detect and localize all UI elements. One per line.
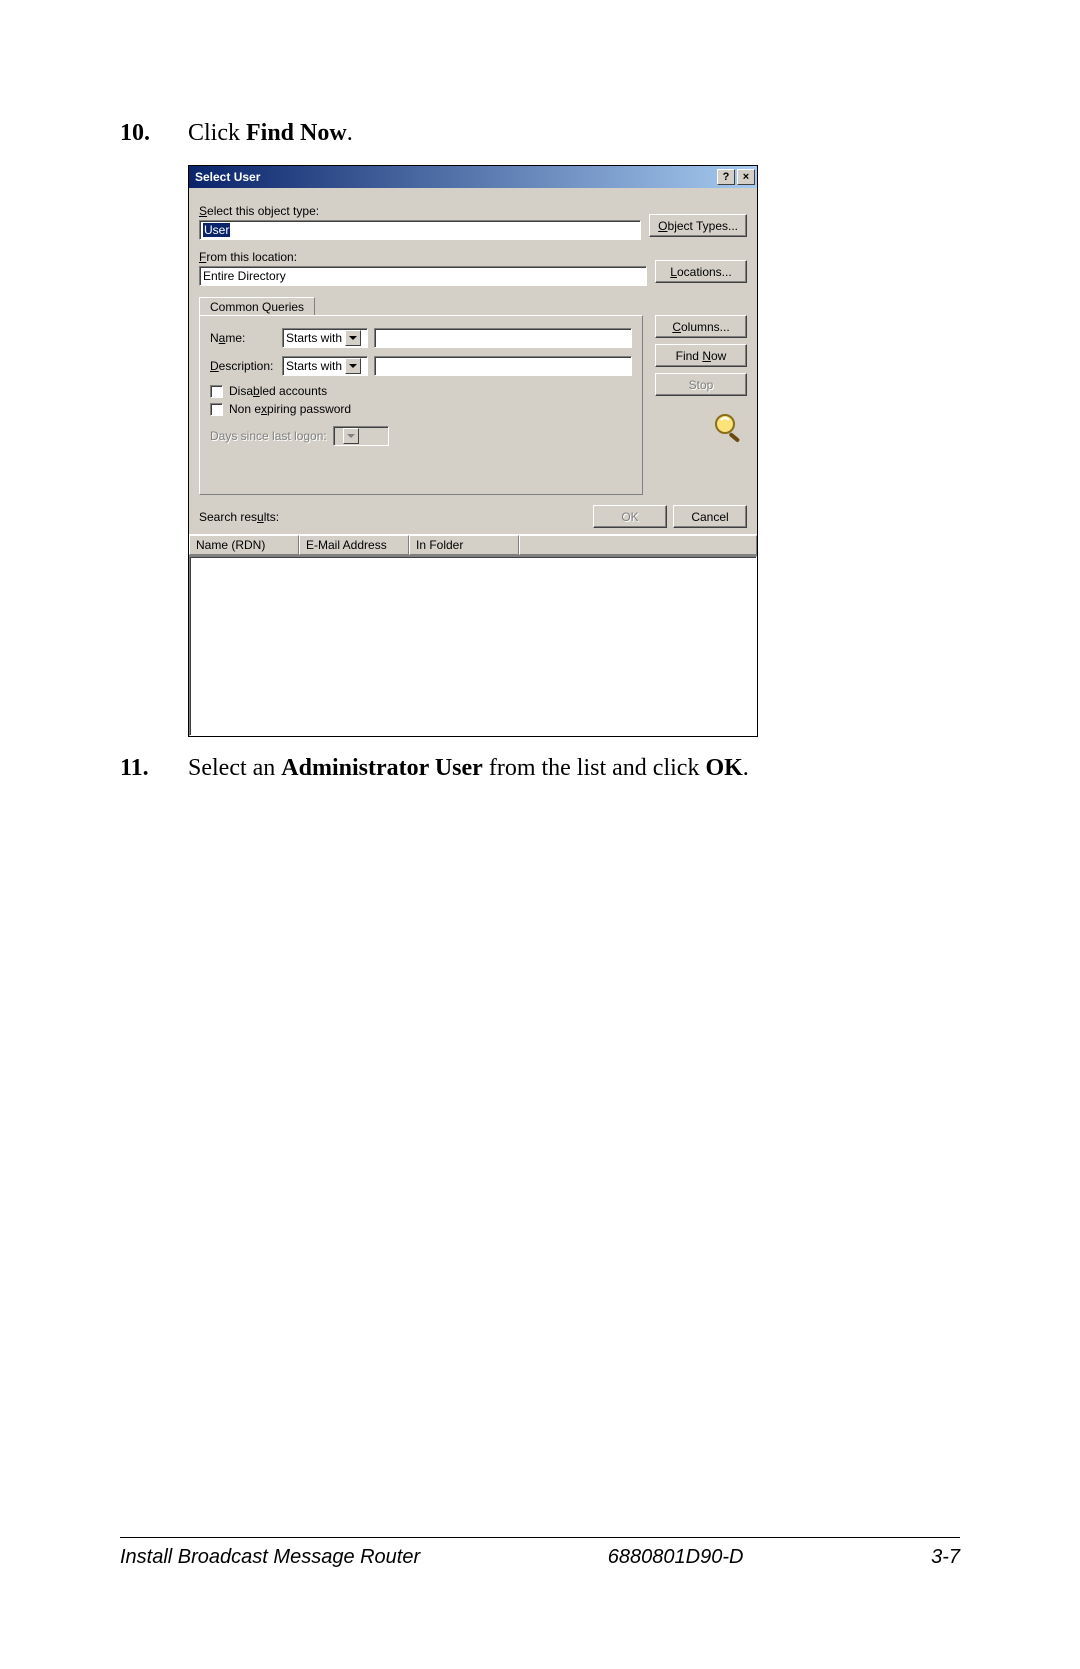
- t: Administrator User: [281, 755, 483, 781]
- object-type-field[interactable]: User: [199, 220, 641, 240]
- step-number: 11.: [120, 755, 188, 782]
- titlebar[interactable]: Select User ? ×: [189, 166, 757, 188]
- disabled-accounts-checkbox[interactable]: Disabled accounts: [210, 384, 632, 398]
- tab-common-queries[interactable]: Common Queries: [199, 297, 315, 316]
- t: from the list and click: [483, 755, 706, 781]
- step-11: 11. Select an Administrator User from th…: [120, 755, 960, 782]
- description-label: Description:: [210, 359, 282, 373]
- step-bold: Find Now: [246, 120, 347, 146]
- locations-button[interactable]: Locations...: [655, 260, 747, 283]
- checkbox-icon: [210, 385, 223, 398]
- close-button[interactable]: ×: [737, 169, 755, 185]
- checkbox-icon: [210, 403, 223, 416]
- footer-center: 6880801D90-D: [608, 1546, 744, 1569]
- description-input[interactable]: [374, 356, 632, 376]
- chevron-down-icon: [345, 358, 361, 374]
- chevron-down-icon: [343, 428, 359, 444]
- page-footer: Install Broadcast Message Router 6880801…: [120, 1537, 960, 1569]
- find-now-button[interactable]: Find Now: [655, 344, 747, 367]
- t: OK: [705, 755, 742, 781]
- col-spacer: [519, 535, 757, 555]
- chevron-down-icon: [345, 330, 361, 346]
- dialog-screenshot: Select User ? × Select this object type:…: [188, 165, 960, 737]
- days-since-logon-label: Days since last logon:: [210, 429, 327, 443]
- step-text: Select an Administrator User from the li…: [188, 755, 749, 782]
- from-location-label: From this location:: [199, 250, 647, 264]
- object-types-button[interactable]: Object Types...: [649, 214, 747, 237]
- step-suffix: .: [347, 120, 353, 146]
- description-match-dropdown[interactable]: Starts with: [282, 356, 368, 376]
- name-match-dropdown[interactable]: Starts with: [282, 328, 368, 348]
- footer-left: Install Broadcast Message Router: [120, 1546, 420, 1569]
- t: Select an: [188, 755, 281, 781]
- stop-button: Stop: [655, 373, 747, 396]
- days-since-logon-dropdown: [333, 426, 389, 446]
- dialog-body: Select this object type: User Object Typ…: [189, 188, 757, 499]
- dialog-title: Select User: [195, 170, 715, 184]
- col-email[interactable]: E-Mail Address: [299, 535, 409, 555]
- select-type-label: Select this object type:: [199, 204, 641, 218]
- help-button[interactable]: ?: [717, 169, 735, 185]
- step-prefix: Click: [188, 120, 246, 146]
- col-in-folder[interactable]: In Folder: [409, 535, 519, 555]
- ok-button: OK: [593, 505, 667, 528]
- from-location-field[interactable]: Entire Directory: [199, 266, 647, 286]
- name-input[interactable]: [374, 328, 632, 348]
- select-user-dialog: Select User ? × Select this object type:…: [188, 165, 758, 737]
- non-expiring-password-checkbox[interactable]: Non expiring password: [210, 402, 632, 416]
- columns-button[interactable]: Columns...: [655, 315, 747, 338]
- results-list[interactable]: [189, 556, 757, 736]
- dialog-buttons-row: Search results: OK Cancel: [189, 499, 757, 534]
- common-queries-panel: Name: Starts with Description: Starts wi…: [199, 315, 643, 495]
- results-header: Name (RDN) E-Mail Address In Folder: [189, 534, 757, 556]
- footer-right: 3-7: [931, 1546, 960, 1569]
- close-icon: ×: [743, 172, 749, 183]
- t: .: [743, 755, 749, 781]
- help-icon: ?: [723, 172, 730, 183]
- search-results-label: Search results:: [199, 510, 587, 524]
- cancel-button[interactable]: Cancel: [673, 505, 747, 528]
- step-number: 10.: [120, 120, 188, 147]
- name-label: Name:: [210, 331, 282, 345]
- search-icon: [711, 410, 747, 446]
- step-10: 10. Click Find Now.: [120, 120, 960, 147]
- step-text: Click Find Now.: [188, 120, 353, 147]
- col-name-rdn[interactable]: Name (RDN): [189, 535, 299, 555]
